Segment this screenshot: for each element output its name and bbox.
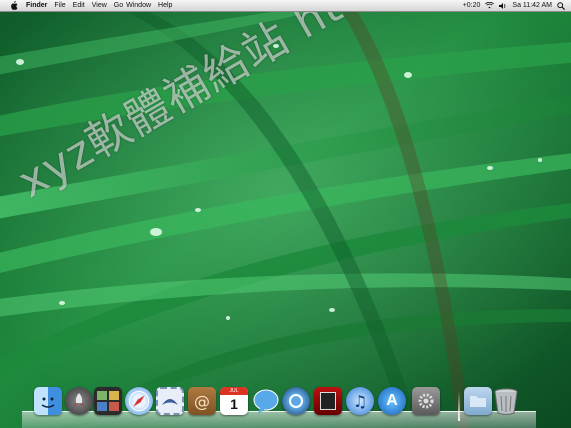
music-note-icon: ♫ [352,391,368,411]
trash-can-icon [494,388,518,415]
rocket-icon [74,393,84,406]
system-preferences-icon[interactable] [412,387,440,415]
gear-icon [418,393,434,409]
apple-menu[interactable] [9,1,19,10]
menu-app-name[interactable]: Finder [26,2,47,9]
menu-bar: Finder File Edit View Go Window Help +0:… [0,0,571,12]
space-tile [109,391,119,400]
space-tile [109,402,119,411]
spaces-icon[interactable] [94,387,122,415]
speech-bubble-icon [253,389,279,414]
menu-help[interactable]: Help [158,2,172,9]
rocket-dashboard-icon[interactable] [65,387,93,415]
calendar-month: JUL [220,387,248,395]
finder-face-icon [41,397,55,408]
battery-status[interactable]: +0:20 [463,2,481,9]
safari-icon[interactable] [125,387,153,415]
compass-icon [129,391,149,411]
itunes-icon[interactable]: ♫ [346,387,374,415]
volume-icon[interactable] [499,2,507,10]
app-store-icon[interactable]: A [378,387,406,415]
menu-view[interactable]: View [92,2,107,9]
menu-go[interactable]: Go [114,2,123,9]
ical-icon[interactable]: JUL 1 [220,387,248,415]
apple-icon [11,1,18,10]
spaces-grid [97,391,119,411]
address-book-icon[interactable]: @ [188,387,216,415]
menu-edit[interactable]: Edit [73,2,85,9]
spotlight-icon[interactable] [557,1,565,10]
calendar-day: 1 [230,396,238,412]
ichat-icon[interactable] [252,387,280,415]
space-tile [97,402,107,411]
grass-wallpaper [0,0,571,428]
wifi-icon[interactable] [485,2,495,9]
menubar-extras: +0:20 Sa 11:42 AM [463,1,565,10]
finder-icon[interactable] [34,387,62,415]
menu-window[interactable]: Window [126,2,151,9]
dock-separator [458,391,460,421]
at-sign-icon: @ [194,391,210,411]
folder-icon [470,396,486,407]
quicktime-q-icon [289,394,303,408]
trash-icon[interactable] [492,387,520,415]
quicktime-icon[interactable] [282,387,310,415]
a-letter-icon: A [386,392,398,409]
applications-folder-icon[interactable] [464,387,492,415]
space-tile [97,391,107,400]
dock: @ JUL 1 ♫ A [22,385,536,428]
desktop: Finder File Edit View Go Window Help +0:… [0,0,571,428]
mail-stamp-icon[interactable] [156,387,184,415]
menu-clock[interactable]: Sa 11:42 AM [512,2,552,9]
filmstrip-icon [320,392,336,410]
menu-file[interactable]: File [54,2,65,9]
photo-booth-icon[interactable] [314,387,342,415]
eagle-icon [162,399,178,405]
